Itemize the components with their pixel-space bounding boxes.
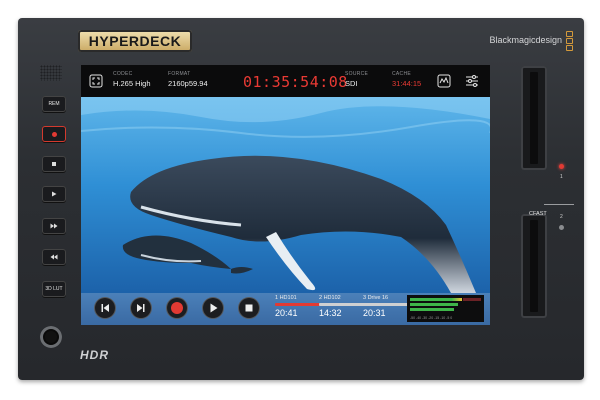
clip-time: 20:41: [275, 308, 298, 318]
meter-bar: [410, 308, 454, 311]
skip-back-button[interactable]: [95, 298, 115, 318]
rem-button[interactable]: REM: [42, 96, 66, 112]
meter-scale: -50 -40 -30 -20 -15 -10 -5 0: [410, 316, 453, 320]
cfast-slot-1[interactable]: [521, 66, 547, 170]
video-preview: [81, 97, 490, 293]
headphone-jack[interactable]: [40, 326, 62, 348]
waveform-icon[interactable]: [437, 74, 451, 88]
hyperdeck-device: HYPERDECK Blackmagicdesign REM 3D LUT HD…: [18, 18, 584, 380]
play-icon: [52, 191, 57, 197]
clip-time: 14:32: [319, 308, 342, 318]
product-logo-text: HYPERDECK: [88, 33, 182, 49]
rewind-icon: [50, 254, 58, 260]
timecode-display: 01:35:54:08: [243, 73, 348, 91]
skip-back-icon: [101, 304, 109, 312]
play-button[interactable]: [42, 186, 66, 202]
stop-button[interactable]: [42, 156, 66, 172]
slot-1-led: [559, 164, 564, 169]
fullscreen-icon[interactable]: [89, 74, 103, 88]
clip-slot-2[interactable]: 2 HD102 14:32: [319, 295, 365, 318]
3d-lut-label: 3D LUT: [45, 286, 63, 292]
touchscreen[interactable]: CODEC H.265 High FORMAT 2160p59.94 01:35…: [81, 65, 490, 325]
format-label: FORMAT: [168, 71, 191, 77]
source-value[interactable]: SDI: [345, 79, 358, 88]
hdr-logo: HDR: [80, 348, 109, 362]
stop-icon: [245, 304, 253, 312]
cache-label: CACHE: [392, 71, 412, 77]
cache-value: 31:44:15: [392, 79, 422, 88]
record-button[interactable]: [42, 126, 66, 142]
audio-meter[interactable]: -50 -40 -30 -20 -15 -10 -5 0: [407, 295, 484, 322]
skip-forward-button[interactable]: [131, 298, 151, 318]
codec-label: CODEC: [113, 71, 133, 77]
clip-name: 1 HD101: [275, 295, 297, 301]
slot-2-led: [559, 225, 564, 230]
cfast-label: CFAST: [529, 211, 547, 217]
clip-time: 20:31: [363, 308, 386, 318]
skip-forward-icon: [137, 304, 145, 312]
clip-name: 3 Drive 16: [363, 295, 389, 301]
record-icon: [51, 131, 57, 137]
transport-bar: 1 HD101 20:41 2 HD102 14:32 3 Drive 16 2…: [81, 293, 490, 325]
format-value[interactable]: 2160p59.94: [168, 79, 208, 88]
clip-progress-bar: [319, 303, 365, 306]
record-transport-button[interactable]: [167, 298, 187, 318]
meter-bar: [410, 303, 458, 306]
play-transport-button[interactable]: [203, 298, 223, 318]
forward-button[interactable]: [42, 218, 66, 234]
rewind-button[interactable]: [42, 249, 66, 265]
speaker-grille: [40, 65, 62, 81]
clip-slot-3[interactable]: 3 Drive 16 20:31: [363, 295, 409, 318]
clip-progress-bar: [363, 303, 409, 306]
status-bar: CODEC H.265 High FORMAT 2160p59.94 01:35…: [81, 65, 490, 97]
blackmagic-logo-icon: [566, 31, 573, 51]
play-icon: [210, 303, 218, 313]
meter-bar: [410, 298, 462, 301]
hyperdeck-logo: HYPERDECK: [78, 30, 192, 52]
stop-transport-button[interactable]: [239, 298, 259, 318]
clip-slot-1[interactable]: 1 HD101 20:41: [275, 295, 321, 318]
slot-1-number: 1: [560, 174, 563, 180]
settings-sliders-icon[interactable]: [465, 74, 479, 88]
codec-value[interactable]: H.265 High: [113, 79, 151, 88]
clip-progress-bar: [275, 303, 321, 306]
source-label: SOURCE: [345, 71, 369, 77]
rem-button-label: REM: [48, 101, 60, 107]
brand-name: Blackmagicdesign: [489, 35, 562, 45]
slot-2-number: 2: [560, 214, 563, 220]
cfast-slot-2[interactable]: [521, 214, 547, 318]
slot-divider: [544, 204, 574, 205]
clip-name: 2 HD102: [319, 295, 341, 301]
meter-peak-zone: [463, 298, 481, 301]
3d-lut-button[interactable]: 3D LUT: [42, 281, 66, 297]
forward-icon: [50, 223, 58, 229]
record-icon: [171, 302, 183, 314]
stop-icon: [52, 162, 56, 166]
